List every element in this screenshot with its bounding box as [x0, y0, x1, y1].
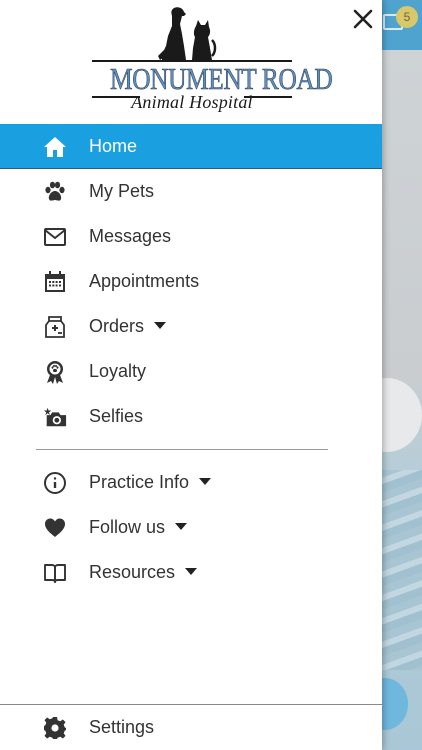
close-icon [353, 9, 373, 29]
menu-item-label: Follow us [89, 517, 188, 538]
menu-item-label: Home [89, 135, 138, 156]
envelope-icon [42, 224, 68, 250]
logo-sub-text: Animal Hospital [131, 92, 253, 112]
menu-item-practice-info[interactable]: Practice Info [0, 460, 382, 505]
chevron-down-icon [154, 322, 167, 329]
menu-item-messages[interactable]: Messages [0, 214, 382, 259]
close-drawer-button[interactable] [348, 4, 378, 34]
logo-main-text: MONUMENT ROAD [110, 61, 333, 96]
info-icon [42, 470, 68, 496]
menu-item-orders[interactable]: Orders [0, 304, 382, 349]
paw-icon [42, 179, 68, 205]
menu-item-label: My Pets [89, 181, 155, 201]
chevron-down-icon [199, 478, 212, 485]
chevron-down-icon [175, 523, 188, 530]
menu-item-label: Messages [89, 226, 172, 246]
menu-item-label: Loyalty [89, 361, 147, 381]
drawer-menu: Home My Pets Messages Appointments Order… [0, 124, 382, 439]
background-photo [380, 470, 422, 670]
menu-item-follow-us[interactable]: Follow us [0, 505, 382, 550]
menu-item-label: Appointments [89, 271, 200, 291]
chevron-down-icon [185, 568, 198, 575]
menu-item-label: Orders [89, 316, 167, 337]
menu-item-selfies[interactable]: Selfies [0, 394, 382, 439]
clinic-logo: MONUMENT ROAD Animal Hospital [92, 6, 333, 118]
menu-item-label: Selfies [89, 406, 144, 426]
menu-item-label: Practice Info [89, 472, 212, 493]
camera-icon [42, 404, 68, 430]
drawer-secondary-menu: Practice Info Follow us Resources [0, 460, 382, 595]
navigation-drawer: MONUMENT ROAD Animal Hospital Home My Pe… [0, 0, 382, 750]
medicine-bag-icon [42, 314, 68, 340]
menu-item-resources[interactable]: Resources [0, 550, 382, 595]
menu-item-my-pets[interactable]: My Pets [0, 169, 382, 214]
menu-item-loyalty[interactable]: Loyalty [0, 349, 382, 394]
award-ribbon-icon [42, 359, 68, 385]
home-icon [42, 134, 68, 160]
dog-cat-silhouette-icon [158, 7, 217, 61]
drawer-footer: Settings [0, 705, 382, 750]
menu-item-settings[interactable]: Settings [0, 705, 382, 750]
menu-divider [36, 449, 328, 450]
menu-item-home[interactable]: Home [0, 124, 382, 169]
heart-icon [42, 515, 68, 541]
menu-item-appointments[interactable]: Appointments [0, 259, 382, 304]
book-icon [42, 560, 68, 586]
menu-item-label: Resources [89, 562, 198, 583]
menu-item-label: Settings [89, 717, 155, 737]
calendar-icon [42, 269, 68, 295]
background-mail-badge: 5 [396, 6, 418, 28]
gear-icon [42, 715, 68, 741]
